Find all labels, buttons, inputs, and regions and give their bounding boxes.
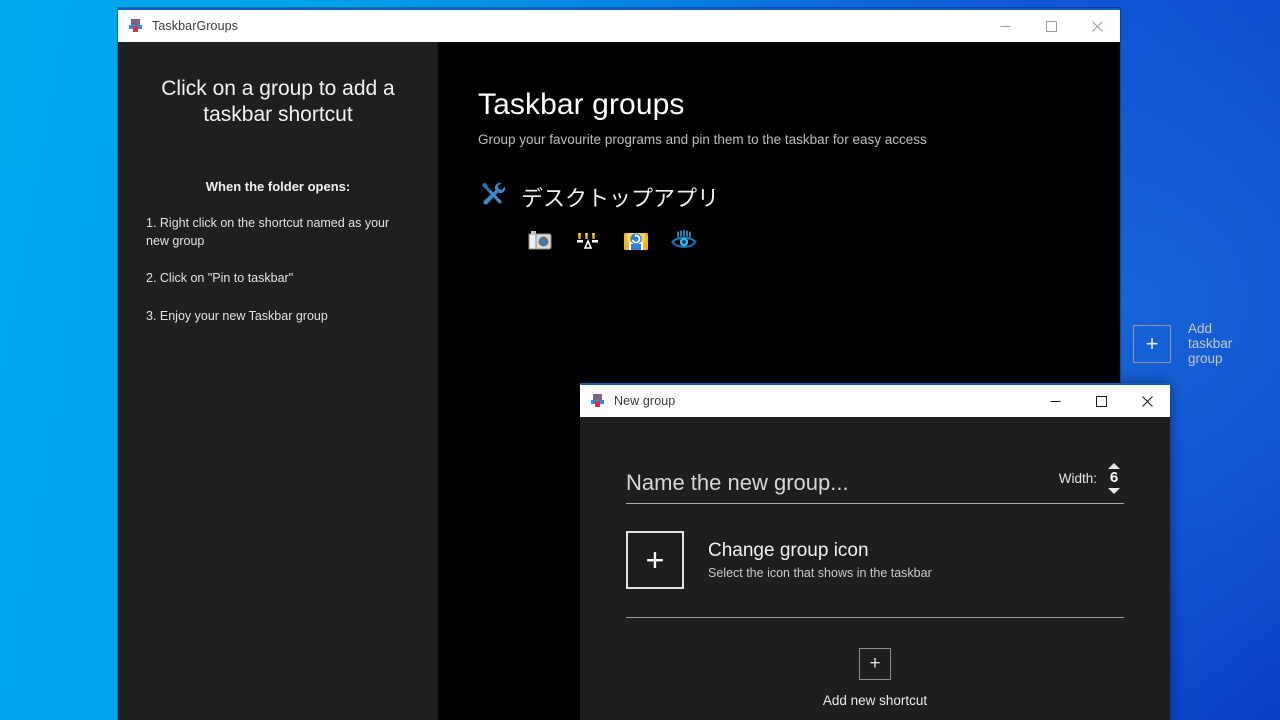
dialog-titlebar[interactable]: New group	[580, 385, 1170, 417]
instruction-step-1: 1. Right click on the shortcut named as …	[146, 216, 390, 249]
sidebar-heading: Click on a group to add a taskbar shortc…	[161, 77, 395, 126]
dialog-title: New group	[614, 394, 676, 408]
add-new-shortcut-label: Add new shortcut	[822, 692, 928, 708]
main-window-titlebar[interactable]: TaskbarGroups	[118, 10, 1120, 42]
group-name: デスクトップアプリ	[521, 185, 720, 211]
plus-icon: +	[1133, 324, 1171, 363]
tool-yellow-icon[interactable]	[574, 227, 602, 255]
eye-icon[interactable]	[670, 227, 698, 255]
new-group-dialog: New group Width: 6	[580, 383, 1170, 720]
change-icon-texts: Change group icon Select the icon that s…	[708, 540, 932, 580]
dialog-body: Width: 6 + Change group icon Select the …	[580, 417, 1170, 720]
section-divider	[626, 616, 1124, 618]
change-group-icon-row[interactable]: + Change group icon Select the icon that…	[626, 530, 1124, 589]
instruction-steps-list: 1. Right click on the shortcut named as …	[146, 214, 410, 325]
width-value: 6	[1109, 469, 1119, 486]
instruction-step-2: 2. Click on "Pin to taskbar"	[146, 271, 294, 286]
chevron-down-icon[interactable]	[1108, 487, 1120, 494]
plus-icon[interactable]: +	[859, 647, 891, 680]
instructions-sidebar: Click on a group to add a taskbar shortc…	[118, 42, 438, 720]
app-icon	[590, 393, 606, 409]
width-spinner[interactable]: 6	[1104, 463, 1124, 494]
plus-icon[interactable]: +	[626, 530, 684, 589]
minimize-button[interactable]	[982, 10, 1028, 42]
dialog-maximize-button[interactable]	[1078, 385, 1124, 417]
page-subtitle: Group your favourite programs and pin th…	[478, 132, 927, 147]
change-group-icon-subtitle: Select the icon that shows in the taskba…	[708, 565, 932, 580]
desktop-background: TaskbarGroups Click on a group to add a …	[0, 0, 1280, 720]
app-icon	[128, 18, 144, 34]
add-taskbar-group-label: Add taskbar group	[1188, 321, 1233, 366]
tools-icon	[478, 179, 508, 214]
width-stepper[interactable]: Width: 6	[1059, 463, 1124, 496]
instruction-step-3: 3. Enjoy your new Taskbar group	[146, 308, 328, 323]
folder-refresh-icon[interactable]	[622, 227, 650, 255]
group-shortcut-icons	[526, 227, 1120, 255]
add-new-shortcut-button[interactable]: + Add new shortcut	[626, 647, 1124, 708]
group-card[interactable]: デスクトップアプリ	[478, 179, 1120, 255]
group-name-row: Width: 6	[626, 463, 1124, 504]
maximize-button[interactable]	[1028, 10, 1074, 42]
page-title: Taskbar groups	[478, 88, 685, 121]
camera-icon[interactable]	[526, 227, 554, 255]
change-group-icon-title: Change group icon	[708, 539, 869, 561]
folder-opens-heading: When the folder opens:	[205, 179, 351, 195]
width-label: Width:	[1058, 470, 1097, 486]
group-header[interactable]: デスクトップアプリ	[478, 179, 1120, 214]
group-name-input[interactable]	[626, 469, 1059, 496]
main-window-title: TaskbarGroups	[152, 19, 239, 33]
dialog-minimize-button[interactable]	[1032, 385, 1078, 417]
close-button[interactable]	[1074, 10, 1120, 42]
dialog-close-button[interactable]	[1124, 385, 1170, 417]
